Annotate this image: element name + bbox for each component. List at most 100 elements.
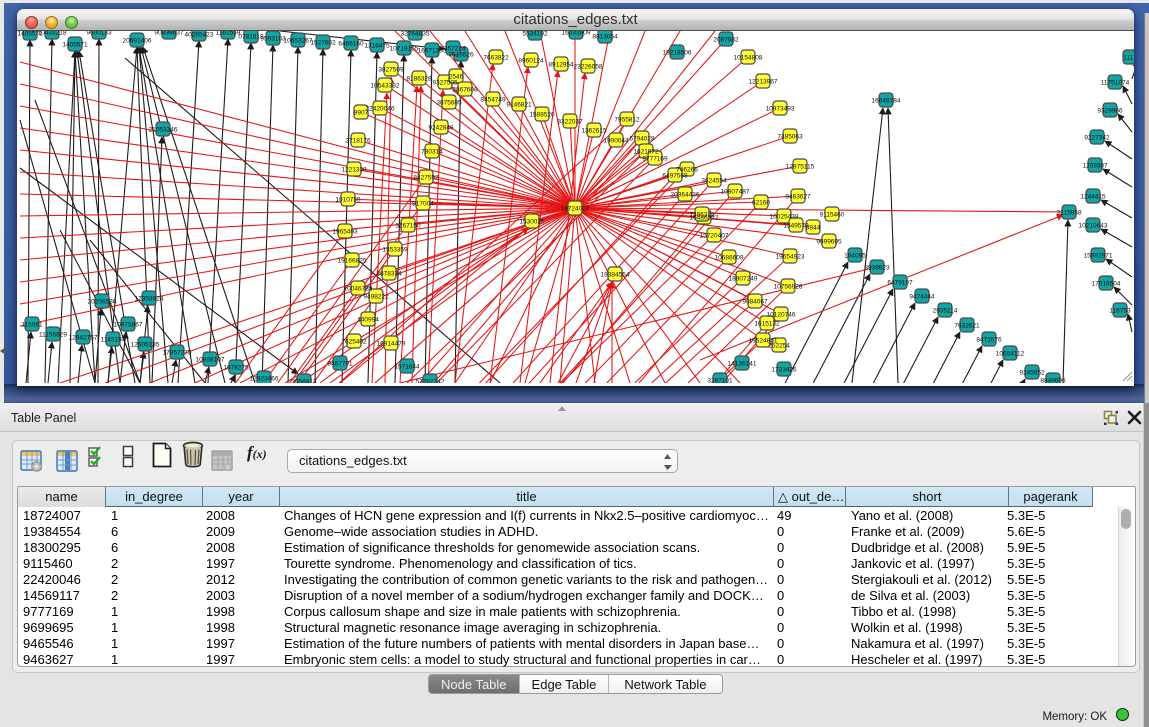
svg-text:2867608: 2867608 <box>452 87 478 94</box>
svg-text:6497568: 6497568 <box>662 173 688 180</box>
svg-text:10120746: 10120746 <box>767 312 796 319</box>
svg-text:1678275: 1678275 <box>223 365 249 372</box>
svg-text:7625402: 7625402 <box>341 339 367 346</box>
svg-text:1316475: 1316475 <box>364 43 390 50</box>
svg-text:10154808: 10154808 <box>734 55 763 62</box>
svg-text:8813054: 8813054 <box>592 34 618 41</box>
svg-text:3624554: 3624554 <box>701 178 727 185</box>
svg-text:9146821: 9146821 <box>506 102 532 109</box>
svg-text:12213967: 12213967 <box>749 79 778 86</box>
svg-text:1527602: 1527602 <box>310 40 336 47</box>
svg-text:6479197: 6479197 <box>887 280 913 287</box>
svg-text:10210643: 10210643 <box>1079 223 1108 230</box>
svg-text:7386322: 7386322 <box>689 212 715 219</box>
svg-text:1990044: 1990044 <box>603 138 629 145</box>
svg-text:17016504: 17016504 <box>1092 281 1121 288</box>
svg-text:9593103: 9593103 <box>260 36 286 43</box>
svg-text:6794028: 6794028 <box>629 136 655 143</box>
svg-text:20364436: 20364436 <box>671 192 700 199</box>
svg-text:9474444: 9474444 <box>909 294 935 301</box>
svg-text:12942757: 12942757 <box>69 335 98 342</box>
svg-text:9242848: 9242848 <box>428 125 454 132</box>
svg-text:10975867: 10975867 <box>114 322 143 329</box>
svg-text:8186328: 8186328 <box>406 76 432 83</box>
svg-text:116753: 116753 <box>1109 308 1131 315</box>
svg-text:11751074: 11751074 <box>1101 80 1130 87</box>
svg-text:1615132: 1615132 <box>754 321 780 328</box>
svg-text:1010755: 1010755 <box>335 197 361 204</box>
svg-text:9699695: 9699695 <box>816 239 842 246</box>
svg-text:1530025: 1530025 <box>519 219 545 226</box>
svg-text:10973493: 10973493 <box>766 106 795 113</box>
svg-text:8322037: 8322037 <box>557 119 583 126</box>
svg-text:1161559: 1161559 <box>216 31 241 37</box>
svg-text:15720407: 15720407 <box>700 233 729 240</box>
svg-text:1244415: 1244415 <box>1080 194 1106 201</box>
svg-text:1145194: 1145194 <box>101 337 126 344</box>
svg-text:2546: 2546 <box>449 74 464 81</box>
svg-text:10654112: 10654112 <box>996 351 1025 358</box>
svg-text:164095: 164095 <box>844 253 866 260</box>
svg-text:21053346: 21053346 <box>149 127 178 134</box>
svg-text:3267150: 3267150 <box>395 223 421 230</box>
svg-text:1733426: 1733426 <box>771 367 797 374</box>
svg-text:1353359: 1353359 <box>382 247 408 254</box>
svg-text:10719155: 10719155 <box>390 46 419 53</box>
svg-text:8849696: 8849696 <box>1040 378 1066 384</box>
svg-text:10756928: 10756928 <box>774 284 803 291</box>
svg-text:2087682: 2087682 <box>713 37 739 44</box>
svg-text:40265423: 40265423 <box>185 32 214 39</box>
svg-text:7485063: 7485063 <box>777 134 803 141</box>
svg-text:10025438: 10025438 <box>770 214 799 221</box>
svg-text:1588520: 1588520 <box>529 112 555 119</box>
svg-text:9463627: 9463627 <box>785 194 811 201</box>
svg-text:10688609: 10688609 <box>715 255 744 262</box>
svg-text:9498222: 9498222 <box>363 294 389 301</box>
svg-text:9084067: 9084067 <box>742 299 768 306</box>
svg-text:9327505: 9327505 <box>432 80 458 87</box>
svg-text:7632621: 7632621 <box>954 323 980 330</box>
svg-text:9329966: 9329966 <box>1097 108 1123 115</box>
svg-text:780314: 780314 <box>421 149 443 156</box>
svg-text:23226058: 23226058 <box>574 64 603 71</box>
svg-text:14136141: 14136141 <box>728 361 757 368</box>
svg-text:252254: 252254 <box>768 343 790 350</box>
svg-text:8844: 8844 <box>806 225 821 232</box>
svg-text:8878334: 8878334 <box>376 271 402 278</box>
svg-text:1571644: 1571644 <box>394 364 420 371</box>
svg-text:19654923: 19654923 <box>776 254 805 261</box>
svg-text:11156829: 11156829 <box>39 332 67 339</box>
svg-text:1117: 1117 <box>1123 55 1134 62</box>
svg-text:115061: 115061 <box>21 322 43 329</box>
svg-text:17353924: 17353924 <box>135 296 164 303</box>
svg-text:18807249: 18807249 <box>729 276 758 283</box>
svg-text:8907: 8907 <box>354 110 369 117</box>
svg-text:9457791: 9457791 <box>327 361 353 368</box>
svg-text:19384554: 19384554 <box>601 272 630 279</box>
svg-text:16648784: 16648784 <box>872 98 901 105</box>
svg-text:7357224: 7357224 <box>440 46 466 53</box>
svg-text:2718176: 2718176 <box>345 138 371 145</box>
svg-text:8471676: 8471676 <box>976 337 1002 344</box>
svg-text:20206536: 20206536 <box>88 299 117 306</box>
svg-text:3215958: 3215958 <box>1056 210 1082 217</box>
svg-text:7663822: 7663822 <box>483 55 509 62</box>
svg-text:3287101: 3287101 <box>707 378 733 384</box>
svg-text:3056413: 3056413 <box>291 379 317 384</box>
svg-text:7955812: 7955812 <box>614 117 640 124</box>
svg-text:22420046: 22420046 <box>366 106 395 113</box>
svg-text:12975115: 12975115 <box>786 164 815 171</box>
svg-text:1621072: 1621072 <box>633 149 659 156</box>
svg-text:10958107: 10958107 <box>196 357 225 364</box>
svg-text:1965493: 1965493 <box>332 229 358 236</box>
svg-text:16033809: 16033809 <box>562 31 591 37</box>
svg-text:3827509: 3827509 <box>378 67 404 74</box>
svg-text:1362615: 1362615 <box>581 128 607 135</box>
svg-text:19166825: 19166825 <box>338 258 367 265</box>
svg-text:9227342: 9227342 <box>1084 135 1110 142</box>
svg-text:7515526: 7515526 <box>448 52 474 59</box>
svg-text:8454749: 8454749 <box>480 97 506 104</box>
svg-text:8912954: 8912954 <box>548 62 574 69</box>
svg-text:12505135: 12505135 <box>131 342 160 349</box>
svg-text:90838637: 90838637 <box>155 31 184 37</box>
